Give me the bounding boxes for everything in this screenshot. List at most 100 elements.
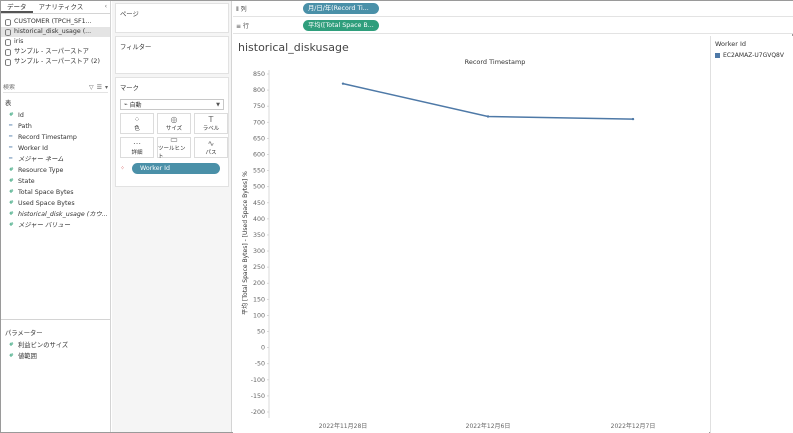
- parameter-list: # 利益ビンのサイズ # 値範囲: [1, 340, 111, 362]
- field-label: Id: [18, 112, 24, 119]
- line-chart[interactable]: Record Timestamp850800750700650600550500…: [233, 36, 709, 433]
- y-tick-label: 150: [253, 296, 265, 303]
- field-item[interactable]: ═ Path: [1, 121, 110, 132]
- cards-column: ページ フィルター マーク ⌁ 自動 ▼ ⁘ 色 ◎ サイズ T ラベル ⋯ 詳細 ▭ ツールヒン…: [112, 1, 232, 432]
- database-icon: [5, 38, 11, 46]
- pages-card-title: ページ: [120, 11, 139, 18]
- data-pane: データ アナリティクス ‹ CUSTOMER (TPCH_SF1... histo…: [1, 1, 111, 432]
- datasource-label: historical_disk_usage (...: [14, 28, 92, 35]
- size-icon: ◎: [170, 115, 178, 124]
- filters-card-title: フィルター: [120, 44, 152, 51]
- string-field-icon: ═: [9, 156, 13, 162]
- worksheet: historical_diskusage Record Timestamp 850…: [233, 36, 709, 433]
- detail-pill-row: ⁘ Worker Id: [120, 163, 224, 174]
- tooltip-label: ツールヒント: [158, 146, 186, 160]
- field-label: Used Space Bytes: [18, 200, 75, 207]
- path-label: パス: [205, 150, 217, 156]
- size-label: サイズ: [165, 126, 183, 132]
- sheet-title: historical_diskusage: [238, 41, 349, 54]
- data-point[interactable]: [631, 117, 635, 121]
- field-item[interactable]: # Total Space Bytes: [1, 187, 110, 198]
- y-tick-label: 750: [253, 103, 265, 110]
- parameters-section: パラメーター # 利益ビンのサイズ # 値範囲: [1, 319, 111, 362]
- y-tick-label: 800: [253, 87, 265, 94]
- string-field-icon: ═: [9, 123, 13, 129]
- datasource-item[interactable]: historical_disk_usage (...: [1, 27, 110, 37]
- path-button[interactable]: ∿ パス: [194, 137, 228, 158]
- y-tick-label: 550: [253, 168, 265, 175]
- data-point[interactable]: [341, 82, 345, 85]
- field-item[interactable]: # Used Space Bytes: [1, 198, 110, 209]
- y-tick-label: 850: [253, 71, 265, 78]
- tooltip-button[interactable]: ▭ ツールヒント: [157, 135, 191, 160]
- field-label: Worker Id: [18, 145, 49, 152]
- filter-icon[interactable]: ▽: [89, 84, 94, 91]
- field-label: Record Timestamp: [18, 134, 77, 141]
- datasource-item[interactable]: CUSTOMER (TPCH_SF1...: [5, 17, 110, 27]
- columns-shelf-label: ⦀ 列: [236, 5, 247, 13]
- field-item[interactable]: # メジャー バリュー: [1, 220, 110, 231]
- marks-card: マーク ⌁ 自動 ▼ ⁘ 色 ◎ サイズ T ラベル ⋯ 詳細 ▭ ツールヒント ∿ パス ⁘ Wor…: [115, 77, 229, 187]
- legend-items: EC2AMAZ-U7GVQ8V: [711, 52, 793, 59]
- columns-shelf: ⦀ 列 月/日/年(Record Ti...: [233, 1, 793, 17]
- field-label: Resource Type: [18, 167, 64, 174]
- mark-type-select[interactable]: ⌁ 自動 ▼: [120, 99, 224, 110]
- detail-icon: ⋯: [133, 139, 141, 148]
- columns-pill[interactable]: 月/日/年(Record Ti...: [303, 3, 379, 14]
- tab-analytics[interactable]: アナリティクス: [33, 1, 90, 13]
- field-list: # Id ═ Path ═ Record Timestamp ═ Worker Id ═ メジャー…: [1, 110, 110, 231]
- field-item[interactable]: # historical_disk_usage (カウ...: [1, 209, 110, 220]
- y-axis-label: 平均 [Total Space Bytes] - [Used Space Byt…: [241, 171, 249, 315]
- field-label: メジャー ネーム: [18, 156, 64, 163]
- number-field-icon: #: [9, 200, 14, 206]
- datasource-item[interactable]: iris: [5, 37, 110, 47]
- collapse-pane-button[interactable]: ‹: [102, 1, 110, 13]
- detail-icon: ⁘: [120, 165, 126, 172]
- filters-card[interactable]: フィルター: [115, 36, 229, 74]
- parameter-label: 利益ビンのサイズ: [18, 342, 69, 349]
- x-tick-label: 2022年12月6日: [466, 422, 511, 430]
- worker-id-pill[interactable]: Worker Id: [132, 163, 220, 174]
- detail-button[interactable]: ⋯ 詳細: [120, 137, 154, 158]
- pages-card[interactable]: ページ: [115, 3, 229, 33]
- tables-section-label: 表: [5, 100, 12, 107]
- color-legend: Worker Id EC2AMAZ-U7GVQ8V: [710, 36, 793, 433]
- string-field-icon: ═: [9, 145, 13, 151]
- label-button[interactable]: T ラベル: [194, 113, 228, 134]
- datasource-item[interactable]: サンプル - スーパーストア: [5, 47, 110, 57]
- field-search: ▽ ☰ ▾: [3, 82, 108, 93]
- y-tick-label: 450: [253, 200, 265, 207]
- y-tick-label: -150: [251, 393, 265, 400]
- field-item[interactable]: # Id: [1, 110, 110, 121]
- datasource-item[interactable]: サンプル - スーパーストア (2): [5, 57, 110, 67]
- legend-item[interactable]: EC2AMAZ-U7GVQ8V: [711, 52, 793, 59]
- chevron-down-icon[interactable]: ▾: [105, 84, 108, 91]
- number-field-icon: #: [9, 112, 14, 118]
- parameter-icon: #: [9, 342, 14, 348]
- y-tick-label: 300: [253, 248, 265, 255]
- database-icon: [5, 48, 11, 56]
- size-button[interactable]: ◎ サイズ: [157, 113, 191, 134]
- field-item[interactable]: ═ Record Timestamp: [1, 132, 110, 143]
- color-button[interactable]: ⁘ 色: [120, 113, 154, 134]
- field-item[interactable]: ═ Worker Id: [1, 143, 110, 154]
- parameter-item[interactable]: # 値範囲: [1, 351, 111, 362]
- datasource-list: CUSTOMER (TPCH_SF1... historical_disk_usa…: [1, 14, 110, 76]
- field-item[interactable]: # Resource Type: [1, 165, 110, 176]
- rows-icon: ≡: [236, 22, 243, 30]
- parameters-label: パラメーター: [5, 330, 43, 337]
- search-tools: ▽ ☰ ▾: [89, 84, 108, 91]
- y-tick-label: 650: [253, 135, 265, 142]
- field-item[interactable]: ═ メジャー ネーム: [1, 154, 110, 165]
- y-tick-label: 500: [253, 184, 265, 191]
- data-point[interactable]: [486, 115, 490, 118]
- x-tick-label: 2022年11月28日: [319, 422, 368, 430]
- list-view-icon[interactable]: ☰: [97, 84, 102, 91]
- field-item[interactable]: # State: [1, 176, 110, 187]
- tab-data[interactable]: データ: [1, 1, 33, 13]
- pane-tabs: データ アナリティクス ‹: [1, 1, 110, 14]
- series-line[interactable]: [342, 82, 634, 120]
- rows-pill[interactable]: 平均([Total Space B...: [303, 19, 379, 31]
- parameter-item[interactable]: # 利益ビンのサイズ: [1, 340, 111, 351]
- search-input[interactable]: [3, 83, 83, 91]
